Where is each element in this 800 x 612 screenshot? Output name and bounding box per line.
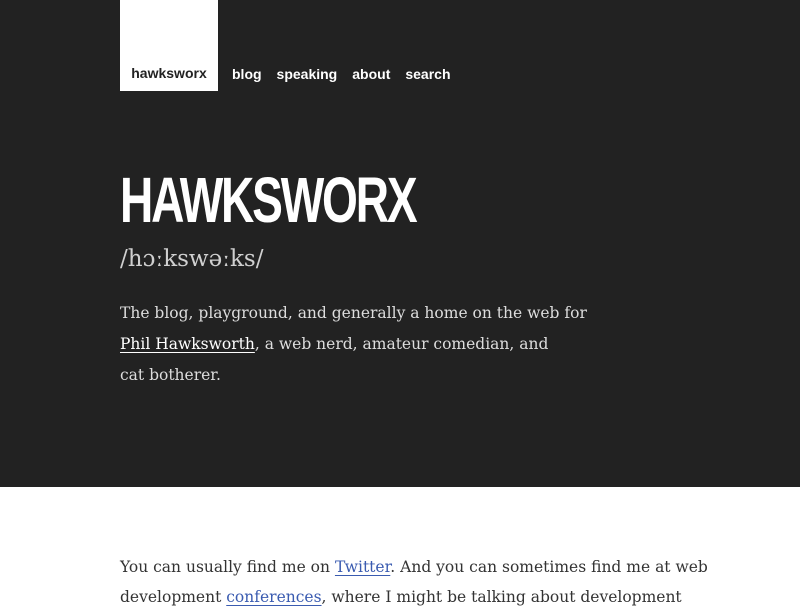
intro-line-1: The blog, playground, and generally a ho… [120, 304, 587, 322]
twitter-link[interactable]: Twitter [335, 558, 390, 576]
nav-link-speaking[interactable]: speaking [277, 67, 338, 81]
nav-links: blog speaking about search [232, 67, 466, 91]
content-text-before-twitter: You can usually find me on [120, 558, 335, 576]
site-navigation: hawksworx blog speaking about search [120, 0, 466, 91]
intro-line-3: cat botherer. [120, 366, 221, 384]
author-name-link[interactable]: Phil Hawksworth [120, 335, 255, 353]
intro-line-2: Phil Hawksworth, a web nerd, amateur com… [120, 329, 560, 360]
content-text-after-twitter: . And you can sometimes find me at web [390, 558, 708, 576]
pronunciation: /hɔːkswəːks/ [120, 246, 264, 272]
brand-logo-link[interactable]: hawksworx [120, 0, 218, 91]
content-text-before-conferences: development [120, 588, 227, 606]
site-title: HAWKSWORX [120, 164, 418, 236]
content-section: You can usually find me on Twitter. And … [120, 552, 708, 612]
content-line-2: development conferences, where I might b… [120, 582, 682, 612]
content-text-after-conferences: , where I might be talking about develop… [321, 588, 682, 606]
nav-link-about[interactable]: about [352, 67, 390, 81]
content-line-1: You can usually find me on Twitter. And … [120, 552, 708, 582]
nav-link-blog[interactable]: blog [232, 67, 262, 81]
hero-section: hawksworx blog speaking about search HAW… [0, 0, 800, 487]
intro-text-after-link: , a web nerd, amateur comedian, and [254, 335, 549, 353]
intro-paragraph: The blog, playground, and generally a ho… [120, 298, 587, 391]
nav-link-search[interactable]: search [405, 67, 450, 81]
conferences-link[interactable]: conferences [226, 588, 321, 606]
